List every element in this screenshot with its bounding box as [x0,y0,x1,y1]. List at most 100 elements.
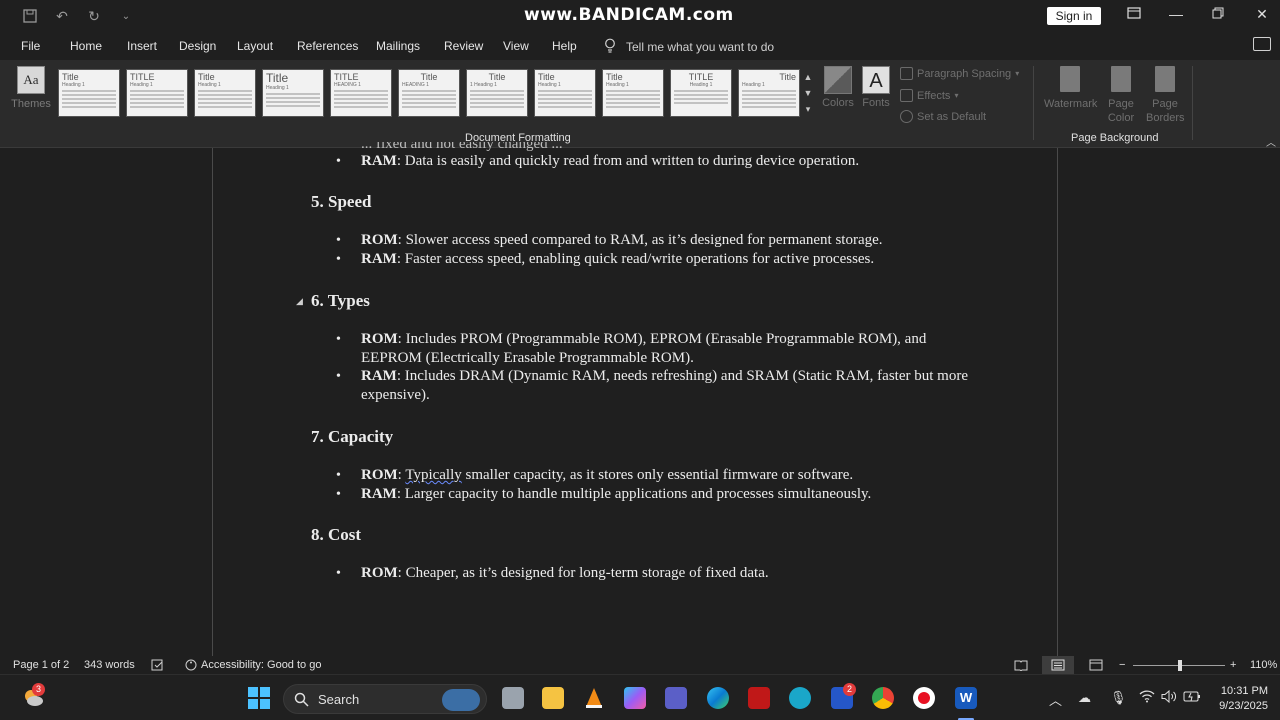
wifi-icon[interactable] [1139,690,1155,706]
style-set-thumbnail[interactable]: Title Heading 1 [602,69,664,117]
gallery-up-icon[interactable]: ▲ [802,69,814,85]
proofing-icon[interactable] [151,659,165,674]
set-as-default-button[interactable]: Set as Default [900,110,986,123]
effects-button[interactable]: Effects ▾ [900,89,958,102]
page-background-label: Page Background [1071,132,1159,144]
word-window: ↶ ↻ ⌄ www.BANDICAM.com Sign in — ✕ File … [0,0,1280,720]
tab-review[interactable]: Review [444,39,483,53]
tell-me-search[interactable]: Tell me what you want to do [604,38,774,56]
task-view-icon[interactable] [502,687,524,709]
bullet-icon: • [336,487,341,502]
app-icon[interactable] [789,687,811,709]
style-set-thumbnail[interactable]: TITLE HEADING 1 [330,69,392,117]
style-set-thumbnail[interactable]: Title Heading 1 [738,69,800,117]
customize-qat-icon[interactable]: ⌄ [116,6,136,26]
bandicam-record-icon[interactable] [913,687,935,709]
page-borders-icon [1155,66,1175,92]
tab-insert[interactable]: Insert [127,39,157,53]
comments-icon[interactable] [1253,37,1271,51]
style-set-thumbnail[interactable]: Title Heading 1 [534,69,596,117]
style-set-thumbnail[interactable]: Title 1 Heading 1 [466,69,528,117]
accessibility-status[interactable]: Accessibility: Good to go [201,659,321,671]
word-count[interactable]: 343 words [84,659,135,671]
edge-icon[interactable] [707,687,729,709]
tab-layout[interactable]: Layout [237,39,273,53]
zoom-out-icon[interactable]: − [1119,659,1125,671]
file-explorer-icon[interactable] [542,687,564,709]
restore-icon[interactable] [1208,6,1228,22]
page-borders-button[interactable]: Page Borders [1146,66,1185,125]
collapse-heading-icon[interactable]: ◢ [296,296,303,307]
themes-button[interactable]: Aa Themes [10,66,52,126]
zoom-slider-thumb[interactable] [1178,660,1182,671]
colors-icon [824,66,852,94]
fonts-button[interactable]: A Fonts [860,66,892,109]
windows-start-icon[interactable] [248,687,270,709]
list-item: RAM: Data is easily and quickly read fro… [361,153,860,169]
ribbon-divider [1192,66,1193,140]
undo-icon[interactable]: ↶ [52,6,72,26]
zoom-level[interactable]: 110% [1250,659,1277,671]
zoom-in-icon[interactable]: + [1230,659,1236,671]
checkmark-icon [900,110,913,123]
gallery-more-icon[interactable]: ▾ [802,101,814,117]
style-set-thumbnail[interactable]: TITLE Heading 1 [126,69,188,117]
clock-time: 10:31 PM [1220,685,1268,697]
search-icon [294,692,309,707]
tab-references[interactable]: References [297,39,358,53]
web-layout-icon[interactable] [1089,659,1103,674]
tab-mailings[interactable]: Mailings [376,39,420,53]
fonts-icon: A [862,66,890,94]
style-set-thumbnail[interactable]: Title Heading 1 [194,69,256,117]
vlc-icon[interactable] [583,687,605,709]
tab-design[interactable]: Design [179,39,216,53]
style-set-thumbnail[interactable]: Title HEADING 1 [398,69,460,117]
paint-bucket-icon [1111,66,1131,92]
save-icon[interactable] [20,6,40,26]
spelling-flag: Typically [405,467,462,483]
mcafee-icon[interactable] [748,687,770,709]
style-set-thumbnail[interactable]: Title Heading 1 [262,69,324,117]
accessibility-icon[interactable] [184,659,198,674]
gallery-down-icon[interactable]: ▼ [802,85,814,101]
copilot-icon[interactable] [624,687,646,709]
tab-help[interactable]: Help [552,39,577,53]
onedrive-icon[interactable]: ☁ [1078,690,1091,706]
word-icon[interactable]: W [955,687,977,709]
style-set-thumbnail[interactable]: Title Heading 1 [58,69,120,117]
search-highlight-icon [442,689,480,711]
tab-file[interactable]: File [21,39,40,53]
colors-button[interactable]: Colors [822,66,854,109]
section-heading: 7. Capacity [311,427,394,446]
list-item: ROM: Includes PROM (Programmable ROM), E… [361,331,927,366]
paragraph-spacing-icon [900,67,913,80]
sign-in-button[interactable]: Sign in [1047,7,1101,25]
taskbar-search[interactable]: Search [283,684,487,714]
quick-access-toolbar: ↶ ↻ ⌄ [20,6,136,26]
chrome-icon[interactable] [872,687,894,709]
print-layout-icon[interactable] [1051,659,1065,674]
volume-icon[interactable] [1161,689,1177,706]
read-mode-icon[interactable] [1014,659,1028,674]
page-count[interactable]: Page 1 of 2 [13,659,69,671]
microsoft-store-icon[interactable] [665,687,687,709]
colors-label: Colors [822,97,854,109]
bullet-icon: • [336,154,341,169]
minimize-icon[interactable]: — [1166,6,1186,22]
tab-home[interactable]: Home [70,39,102,53]
page-color-button[interactable]: Page Color [1096,66,1146,125]
close-icon[interactable]: ✕ [1252,6,1272,23]
bullet-icon: • [336,332,341,347]
collapse-ribbon-icon[interactable]: ︿ [1266,134,1276,149]
show-hidden-icons[interactable]: ︿ [1049,690,1062,709]
tab-view[interactable]: View [503,39,529,53]
ribbon-display-options-icon[interactable] [1124,6,1144,22]
bullet-icon: • [336,252,341,267]
style-set-thumbnail[interactable]: TITLE Heading 1 [670,69,732,117]
redo-icon[interactable]: ↻ [84,6,104,26]
paragraph-spacing-button[interactable]: Paragraph Spacing ▾ [900,67,1019,80]
system-clock[interactable]: 10:31 PM 9/23/2025 [1210,684,1268,714]
microphone-icon[interactable]: 🎙 [1110,690,1127,706]
watermark-button[interactable]: Watermark [1044,66,1097,111]
battery-icon[interactable] [1183,690,1201,706]
